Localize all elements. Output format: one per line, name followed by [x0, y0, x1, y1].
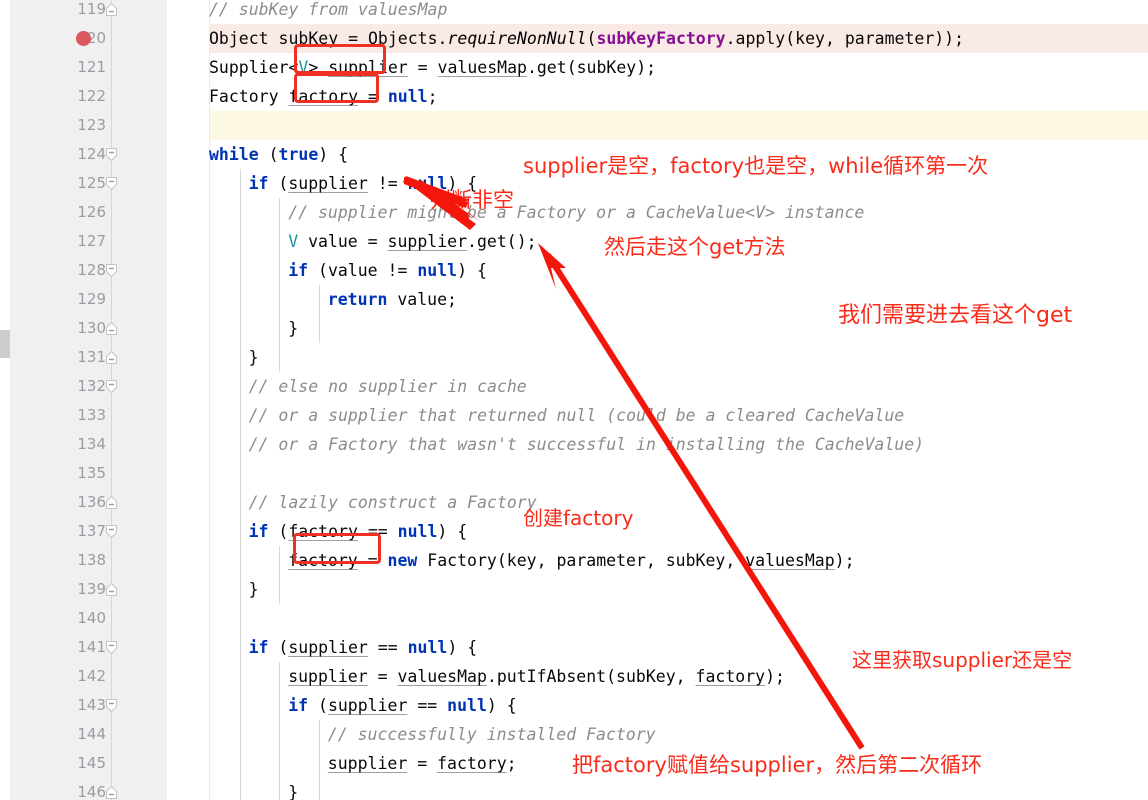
line-number: 144 [77, 725, 106, 743]
indent-guide [318, 285, 320, 343]
code-line[interactable]: } [288, 314, 298, 343]
line-number: 130 [77, 319, 106, 337]
line-number: 121 [77, 58, 106, 76]
indent-guide [318, 720, 320, 800]
line-number: 125 [77, 174, 106, 192]
code-line[interactable]: } [288, 778, 298, 800]
line-number: 124 [77, 145, 106, 163]
code-line[interactable]: Supplier<V> supplier = valuesMap.get(sub… [209, 53, 656, 82]
line-number: 140 [77, 609, 106, 627]
annotation-supplier-factory-empty: supplier是空，factory也是空，while循环第一次 [523, 154, 989, 178]
code-line[interactable]: if (value != null) { [288, 256, 487, 285]
indent-guide [279, 546, 281, 604]
code-line[interactable]: } [249, 343, 259, 372]
line-number: 122 [77, 87, 106, 105]
line-number: 127 [77, 232, 106, 250]
line-number: 139 [77, 580, 106, 598]
left-scrollbar-thumb[interactable] [0, 330, 10, 358]
fold-collapse-icon[interactable] [104, 263, 119, 278]
line-number: 123 [77, 116, 106, 134]
code-line[interactable]: factory = new Factory(key, parameter, su… [288, 546, 854, 575]
line-number: 146 [77, 783, 106, 800]
code-line[interactable]: Factory factory = null; [209, 82, 438, 111]
line-number: 136 [77, 493, 106, 511]
code-line[interactable]: supplier = valuesMap.putIfAbsent(subKey,… [288, 662, 785, 691]
code-line[interactable]: } [249, 575, 259, 604]
fold-collapse-icon[interactable] [104, 524, 119, 539]
line-number: 142 [77, 667, 106, 685]
fold-end-icon[interactable] [104, 321, 119, 336]
line-number: 120 [77, 29, 106, 47]
line-number: 137 [77, 522, 106, 540]
fold-end-icon[interactable] [104, 582, 119, 597]
line-number: 128 [77, 261, 106, 279]
annotation-then-go-get-method: 然后走这个get方法 [604, 235, 786, 259]
indent-guide [279, 198, 281, 372]
gutter-annotation-strip [167, 0, 210, 800]
line-number: 135 [77, 464, 106, 482]
fold-collapse-icon[interactable] [104, 147, 119, 162]
fold-rail [111, 0, 112, 800]
line-number: 145 [77, 754, 106, 772]
fold-collapse-icon[interactable] [104, 640, 119, 655]
code-line[interactable]: supplier = factory; [328, 749, 517, 778]
line-number: 143 [77, 696, 106, 714]
fold-collapse-icon[interactable] [104, 698, 119, 713]
line-number: 134 [77, 435, 106, 453]
code-line[interactable]: // lazily construct a Factory [249, 488, 537, 517]
code-line[interactable]: Object subKey = Objects.requireNonNull(s… [209, 24, 964, 53]
code-line[interactable]: if (supplier == null) { [288, 691, 517, 720]
line-number: 141 [77, 638, 106, 656]
line-number: 138 [77, 551, 106, 569]
code-line[interactable]: // successfully installed Factory [328, 720, 656, 749]
code-line[interactable]: if (supplier == null) { [249, 633, 478, 662]
breakpoint-icon[interactable] [76, 31, 91, 46]
code-line[interactable]: // or a supplier that returned null (cou… [249, 401, 905, 430]
code-line[interactable]: while (true) { [209, 140, 348, 169]
annotation-assign-factory-to-supplier: 把factory赋值给supplier，然后第二次循环 [572, 753, 983, 777]
code-line[interactable]: return value; [328, 285, 457, 314]
fold-end-icon[interactable] [104, 785, 119, 800]
code-line[interactable]: // supplier might be a Factory or a Cach… [288, 198, 864, 227]
code-line[interactable]: // subKey from valuesMap [209, 0, 447, 24]
annotation-need-to-see-this-get: 我们需要进去看这个get [838, 303, 1073, 328]
fold-end-icon[interactable] [104, 2, 119, 17]
left-scrollbar-track[interactable] [0, 0, 10, 800]
fold-end-icon[interactable] [104, 350, 119, 365]
fold-end-icon[interactable] [104, 495, 119, 510]
indent-guide [279, 662, 281, 800]
code-editor[interactable]: 119 120 121 122 123 124 125 126 127 128 129 130 131 1… [0, 0, 1148, 800]
line-number: 133 [77, 406, 106, 424]
line-number: 129 [77, 290, 106, 308]
annotation-create-factory: 创建factory [523, 506, 634, 530]
code-line[interactable]: // or a Factory that wasn't successful i… [249, 430, 925, 459]
fold-collapse-icon[interactable] [104, 176, 119, 191]
code-line[interactable]: V value = supplier.get(); [288, 227, 536, 256]
code-line[interactable]: if (factory == null) { [249, 517, 468, 546]
annotation-check-not-null: 判断非空 [430, 188, 514, 212]
line-number: 119 [77, 0, 106, 18]
line-number: 132 [77, 377, 106, 395]
line-number: 126 [77, 203, 106, 221]
indent-guide [239, 169, 241, 800]
fold-collapse-icon[interactable] [104, 379, 119, 394]
line-number: 131 [77, 348, 106, 366]
annotation-supplier-still-empty: 这里获取supplier还是空 [852, 648, 1073, 672]
code-line[interactable]: // else no supplier in cache [249, 372, 527, 401]
